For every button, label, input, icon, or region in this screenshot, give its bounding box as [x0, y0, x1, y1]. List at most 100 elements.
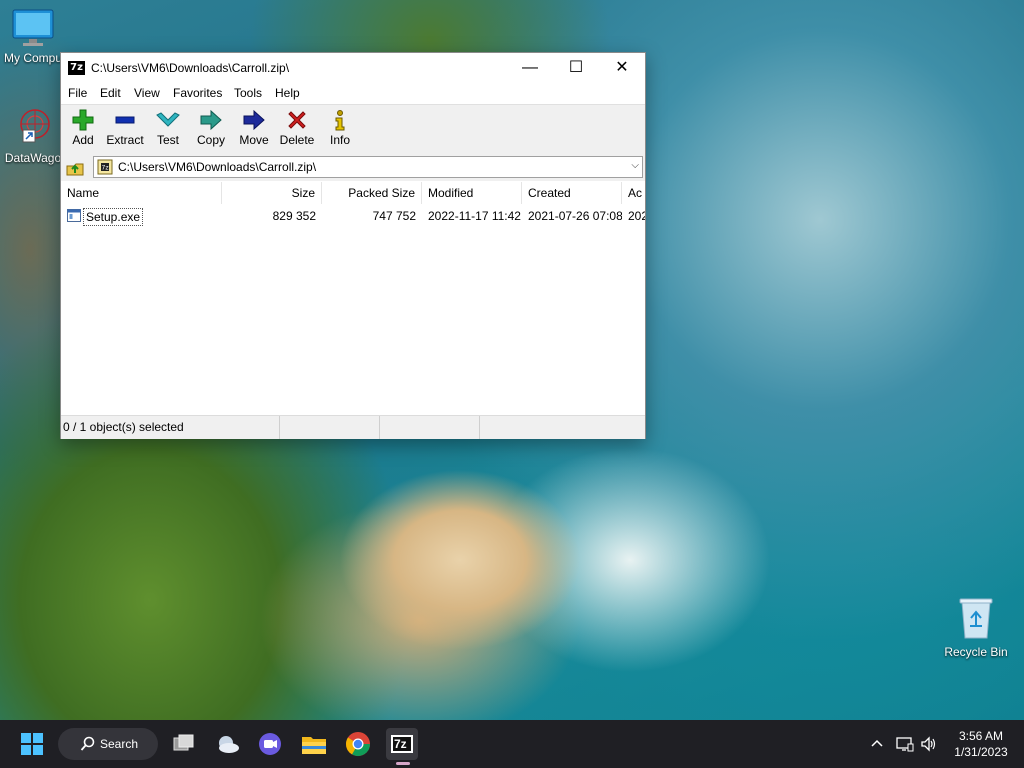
taskbar: Search 7z 3:56 AM 1/31/2023	[0, 720, 1024, 768]
copy-arrow-icon	[200, 109, 222, 131]
delete-label: Delete	[279, 133, 315, 147]
recycle-bin-icon	[959, 598, 993, 639]
add-button[interactable]: Add	[61, 107, 105, 153]
plus-icon	[72, 109, 94, 131]
info-label: Info	[329, 133, 350, 147]
chat-button[interactable]	[254, 728, 286, 760]
file-accessed: 202	[628, 209, 645, 223]
desktop-icon-label: My Compu	[3, 51, 62, 65]
file-modified: 2022-11-17 11:42	[428, 209, 521, 223]
file-packed-size: 747 752	[372, 209, 416, 223]
folder-up-icon	[66, 163, 84, 176]
chevron-up-icon[interactable]	[870, 737, 884, 751]
widgets-button[interactable]	[212, 728, 244, 760]
chrome-button[interactable]	[342, 728, 374, 760]
delete-button[interactable]: Delete	[275, 107, 319, 153]
status-segment	[480, 416, 645, 439]
table-row[interactable]: Setup.exe 829 352 747 752 2022-11-17 11:…	[61, 206, 645, 226]
menu-view[interactable]: View	[134, 86, 160, 100]
status-bar: 0 / 1 object(s) selected	[61, 415, 645, 439]
info-icon	[335, 110, 345, 131]
task-view-button[interactable]	[168, 728, 200, 760]
menu-bar: File Edit View Favorites Tools Help	[61, 83, 645, 103]
7zip-icon-text: 7z	[394, 737, 407, 751]
active-app-indicator	[396, 762, 410, 765]
file-created: 2021-07-26 07:08	[528, 209, 622, 223]
extract-label: Extract	[106, 133, 144, 147]
file-explorer-button[interactable]	[298, 728, 330, 760]
close-button[interactable]: ✕	[599, 53, 645, 83]
column-header-accessed[interactable]: Ac	[622, 182, 645, 204]
7zip-taskbar-button[interactable]: 7z	[386, 728, 418, 760]
windows-logo-icon	[21, 733, 43, 755]
column-header-size[interactable]: Size	[222, 182, 322, 204]
monitor-icon	[12, 9, 54, 46]
start-button[interactable]	[16, 728, 48, 760]
move-label: Move	[239, 133, 269, 147]
desktop-icon-datawago[interactable]: DataWago	[2, 108, 64, 165]
column-header-created[interactable]: Created	[522, 182, 622, 204]
delete-x-icon	[288, 111, 306, 129]
weather-cloud-icon	[219, 736, 239, 753]
search-label: Search	[100, 737, 139, 751]
check-chevron-icon	[156, 112, 180, 127]
file-name[interactable]: Setup.exe	[83, 208, 144, 226]
menu-file[interactable]: File	[68, 86, 87, 100]
minimize-icon: —	[522, 59, 538, 76]
maximize-button[interactable]: ☐	[553, 53, 599, 83]
column-header-name[interactable]: Name	[61, 182, 222, 204]
search-icon	[80, 736, 95, 751]
path-combobox[interactable]: 7z C:\Users\VM6\Downloads\Carroll.zip\ ⌵	[93, 156, 643, 178]
status-segment	[380, 416, 480, 439]
column-header-modified[interactable]: Modified	[422, 182, 522, 204]
minus-icon	[115, 116, 135, 124]
extract-button[interactable]: Extract	[103, 107, 147, 153]
title-bar[interactable]: 7z C:\Users\VM6\Downloads\Carroll.zip\ —…	[61, 53, 645, 83]
menu-help[interactable]: Help	[275, 86, 300, 100]
7zip-app-icon: 7z	[68, 61, 85, 75]
task-view-icon	[173, 734, 194, 751]
toolbar: Add Extract Test Copy Move Delete Info	[61, 104, 645, 155]
chevron-down-icon[interactable]: ⌵	[631, 160, 639, 171]
volume-icon[interactable]	[920, 736, 938, 752]
maximize-icon: ☐	[568, 59, 584, 76]
test-label: Test	[156, 133, 179, 147]
desktop-icon-label: DataWago	[4, 151, 62, 165]
status-segment	[280, 416, 380, 439]
add-label: Add	[72, 133, 94, 147]
list-header: Name Size Packed Size Modified Created A…	[61, 182, 645, 204]
menu-tools[interactable]: Tools	[234, 86, 262, 100]
info-button[interactable]: Info	[318, 107, 362, 153]
close-icon: ✕	[615, 59, 629, 76]
move-arrow-icon	[243, 109, 265, 131]
clock-date: 1/31/2023	[954, 745, 1008, 759]
folder-icon	[302, 737, 326, 754]
copy-label: Copy	[196, 133, 225, 147]
status-selection: 0 / 1 object(s) selected	[61, 416, 280, 439]
test-button[interactable]: Test	[146, 107, 190, 153]
copy-button[interactable]: Copy	[189, 107, 233, 153]
7zip-window: 7z C:\Users\VM6\Downloads\Carroll.zip\ —…	[60, 52, 646, 439]
column-header-packed-size[interactable]: Packed Size	[322, 182, 422, 204]
exe-file-icon	[67, 209, 81, 222]
desktop-icon-my-computer[interactable]: My Compu	[2, 8, 64, 65]
desktop-icon-label: Recycle Bin	[944, 645, 1008, 659]
path-text: C:\Users\VM6\Downloads\Carroll.zip\	[118, 160, 317, 174]
archive-icon: 7z	[97, 159, 113, 175]
svg-text:7z: 7z	[102, 165, 109, 172]
desktop-icon-recycle-bin[interactable]: Recycle Bin	[940, 596, 1012, 659]
menu-edit[interactable]: Edit	[100, 86, 121, 100]
clock-time: 3:56 AM	[958, 729, 1004, 743]
chat-camera-icon	[259, 733, 281, 755]
menu-favorites[interactable]: Favorites	[173, 86, 222, 100]
window-title: C:\Users\VM6\Downloads\Carroll.zip\	[91, 61, 290, 75]
file-list[interactable]: Name Size Packed Size Modified Created A…	[61, 182, 645, 412]
up-folder-button[interactable]	[65, 158, 85, 178]
address-bar: 7z C:\Users\VM6\Downloads\Carroll.zip\ ⌵	[61, 154, 645, 181]
taskbar-search[interactable]: Search	[58, 728, 158, 760]
file-size: 829 352	[272, 209, 316, 223]
move-button[interactable]: Move	[232, 107, 276, 153]
minimize-button[interactable]: —	[507, 53, 553, 83]
network-icon[interactable]	[896, 736, 914, 752]
clock[interactable]: 3:56 AM 1/31/2023	[946, 728, 1016, 760]
